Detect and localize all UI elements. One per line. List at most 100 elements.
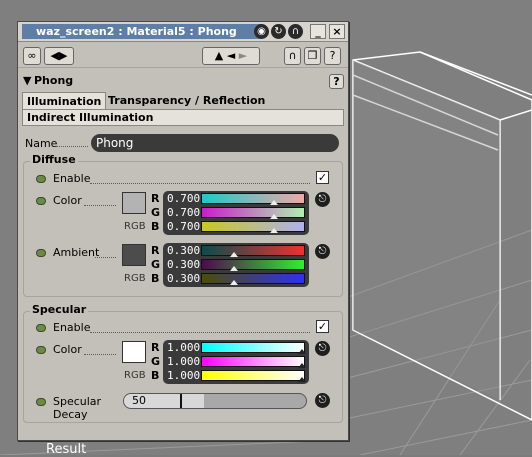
tab-transparency-reflection[interactable]: Transparency / Reflection [104,92,269,109]
glasses-icon[interactable]: ◉ [254,24,269,39]
diffuse-color-mode[interactable]: RGB [124,221,146,232]
specular-color-leader [84,354,116,355]
diffuse-ambient-mode[interactable]: RGB [124,273,146,284]
specular-color-led[interactable] [36,346,46,354]
minimize-icon: _ [315,25,321,38]
diffuse-color-g-value[interactable]: 0.700 [167,206,200,219]
diffuse-color-r-slider[interactable] [201,193,305,205]
specular-color-b-value[interactable]: 1.000 [167,369,200,382]
specular-title: Specular [30,303,89,316]
diffuse-title: Diffuse [30,153,78,166]
tab-illumination[interactable]: Illumination [22,92,107,109]
link-toggle-button[interactable]: ∞ [23,47,41,65]
specular-decay-label-line2: Decay [53,408,88,421]
specular-color-link-icon[interactable]: ⎋ [315,341,330,356]
minimize-button[interactable]: _ [310,24,326,39]
forward-arrow-icon[interactable]: ► [239,49,247,62]
specular-color-r-slider[interactable] [201,342,306,354]
specular-decay-slider[interactable]: 50 [123,393,307,409]
specular-decay-led[interactable] [36,398,46,406]
diffuse-enable-led[interactable] [36,175,46,183]
diffuse-color-b-slider[interactable] [201,221,305,233]
diffuse-ambient-swatch[interactable] [122,244,146,266]
diffuse-enable-label: Enable [53,172,91,185]
window-title: waz_screen2 : Material5 : Phong [22,24,262,39]
name-leader [56,146,88,147]
diffuse-ambient-led[interactable] [36,249,46,257]
specular-decay-label-line1: Specular [53,395,102,408]
close-button[interactable]: × [329,24,345,39]
specular-decay-link-icon[interactable]: ⎋ [315,393,330,408]
name-input[interactable]: Phong [91,134,339,152]
specular-color-r-letter: R [151,341,160,354]
specular-enable-led[interactable] [36,324,46,332]
diffuse-color-swatch[interactable] [122,192,146,214]
specular-color-g-slider[interactable] [201,356,306,368]
sync-icon[interactable]: ↻ [271,24,286,39]
specular-decay-value[interactable]: 50 [132,394,146,408]
help-icon: ? [329,49,336,62]
specular-color-g-letter: G [151,355,161,368]
diffuse-color-link-icon[interactable]: ⎋ [315,192,330,207]
slider-handle[interactable] [298,363,306,368]
decay-handle[interactable] [180,394,182,408]
diffuse-color-sliders: 0.700 0.700 0.700 [163,191,309,235]
diffuse-enable-checkbox[interactable]: ✓ [316,171,329,184]
diffuse-ambient-g-letter: G [151,258,161,271]
slider-handle[interactable] [298,349,306,354]
help-button[interactable]: ? [324,47,341,65]
diffuse-color-b-value[interactable]: 0.700 [167,220,200,233]
diffuse-color-led[interactable] [36,197,46,205]
name-label: Name [25,137,58,150]
copy-icon: ❐ [307,49,318,62]
slider-handle[interactable] [230,266,238,271]
slider-handle[interactable] [270,200,278,205]
tab-indirect-illumination[interactable]: Indirect Illumination [22,109,344,126]
diffuse-ambient-label: Ambient [53,246,100,259]
specular-color-swatch[interactable] [122,341,146,363]
tab-bar: Illumination Transparency / Reflection [22,92,344,109]
specular-enable-checkbox[interactable]: ✓ [316,320,329,333]
specular-color-g-value[interactable]: 1.000 [167,355,200,368]
specular-color-mode[interactable]: RGB [124,370,146,381]
slider-handle[interactable] [298,377,306,382]
diffuse-enable-leader [90,183,310,184]
diffuse-ambient-r-value[interactable]: 0.300 [167,244,200,257]
diffuse-color-b-letter: B [151,220,160,233]
title-bar[interactable]: waz_screen2 : Material5 : Phong ◉ ↻ ∩ _ … [18,22,348,42]
diffuse-color-label: Color [53,194,82,207]
diffuse-ambient-b-value[interactable]: 0.300 [167,272,200,285]
slider-handle[interactable] [230,252,238,257]
copy-button[interactable]: ❐ [304,47,321,65]
diffuse-color-leader [84,205,116,206]
specular-color-b-slider[interactable] [201,370,306,382]
diffuse-color-g-letter: G [151,206,161,219]
arrow-right-icon[interactable]: ▶ [59,49,67,62]
collapse-triangle-icon[interactable]: ▼ [23,74,31,87]
arrow-left-icon[interactable]: ◀ [51,49,59,62]
diffuse-ambient-r-slider[interactable] [201,245,305,257]
diffuse-color-g-slider[interactable] [201,207,305,219]
diffuse-ambient-g-slider[interactable] [201,259,305,271]
lock-icon[interactable]: ∩ [288,24,303,39]
diffuse-ambient-b-slider[interactable] [201,273,305,285]
navigation-buttons[interactable]: ▲ ◄ ► [202,47,260,65]
specular-enable-leader [90,332,310,333]
history-nav[interactable]: ◀▶ [44,47,74,65]
section-help-icon[interactable]: ? [329,74,344,89]
diffuse-color-r-value[interactable]: 0.700 [167,192,200,205]
diffuse-ambient-link-icon[interactable]: ⎋ [315,244,330,259]
slider-handle[interactable] [270,228,278,233]
specular-color-r-value[interactable]: 1.000 [167,341,200,354]
up-arrow-icon[interactable]: ▲ [215,49,223,62]
back-arrow-icon[interactable]: ◄ [227,49,235,62]
diffuse-ambient-g-value[interactable]: 0.300 [167,258,200,271]
diffuse-ambient-r-letter: R [151,244,160,257]
specular-color-b-letter: B [151,369,160,382]
slider-handle[interactable] [230,280,238,285]
section-header[interactable]: ▼ Phong ? [18,72,348,90]
specular-color-label: Color [53,343,82,356]
chain-link-icon: ∞ [27,49,37,62]
slider-handle[interactable] [270,214,278,219]
pin-button[interactable]: ∩ [284,47,301,65]
